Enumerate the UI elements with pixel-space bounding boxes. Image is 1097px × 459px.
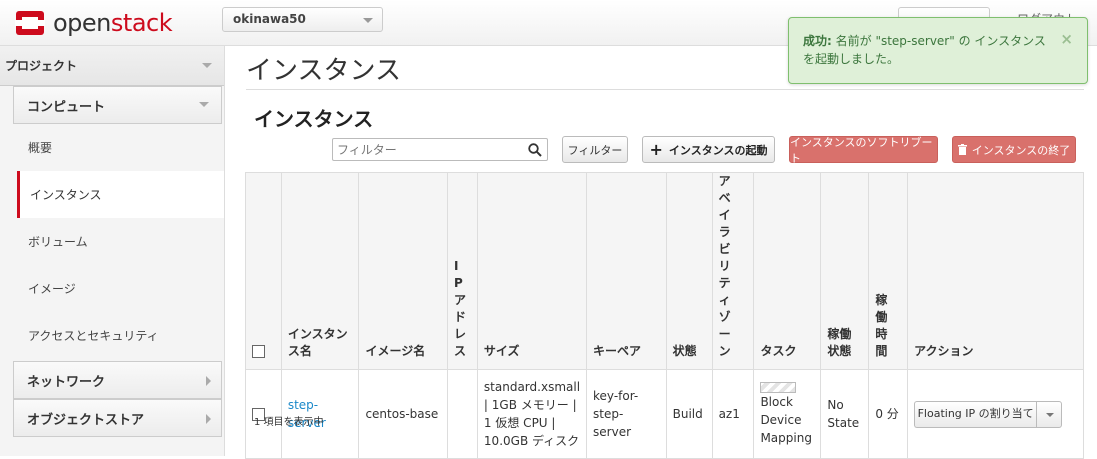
trash-icon <box>957 144 967 155</box>
task-cell: Block Device Mapping <box>753 369 822 459</box>
col-header-task[interactable]: タスク <box>753 172 822 370</box>
sidebar-panel-label: オブジェクトストア <box>27 412 145 428</box>
sidebar-item-label: インスタンス <box>30 188 102 202</box>
task-progress-bar <box>760 381 797 393</box>
chevron-right-icon <box>206 376 211 386</box>
sidebar-panel-compute[interactable]: コンピュート <box>13 86 222 124</box>
instances-table: インスタンス名 イメージ名 IPアドレス サイズ キーペア 状態 アベイラビリテ… <box>245 172 1084 459</box>
col-header-keypair[interactable]: キーペア <box>586 172 667 370</box>
close-icon[interactable]: × <box>1060 30 1073 48</box>
terminate-instance-button[interactable]: インスタンスの終了 <box>952 136 1076 163</box>
section-title: インスタンス <box>254 107 374 131</box>
sidebar-item-instances[interactable]: インスタンス <box>17 171 224 218</box>
button-label: インスタンスのソフトリブート <box>790 135 933 165</box>
select-all-checkbox[interactable] <box>252 345 265 358</box>
sidebar: プロジェクト コンピュート 概要 インスタンス ボリューム イメージ アクセスと… <box>0 46 225 456</box>
ip-cell <box>447 369 478 459</box>
chevron-right-icon <box>206 414 211 424</box>
col-header-name[interactable]: インスタンス名 <box>280 172 360 370</box>
table-row: step-server centos-base standard.xsmall … <box>245 369 1084 459</box>
openstack-logo-icon <box>15 8 45 38</box>
success-toast: 成功: 名前が "step-server" の インスタンス を起動しました。 … <box>788 17 1088 84</box>
toast-title: 成功: <box>803 34 832 48</box>
table-header-row: インスタンス名 イメージ名 IPアドレス サイズ キーペア 状態 アベイラビリテ… <box>245 172 1084 370</box>
sidebar-panel-network[interactable]: ネットワーク <box>13 361 222 399</box>
brand-name: openstack <box>53 9 173 37</box>
status-cell: Build <box>665 369 713 459</box>
openstack-logo[interactable]: openstack <box>15 8 173 38</box>
col-header-uptime[interactable]: 稼働時間 <box>868 172 909 370</box>
sidebar-item-images[interactable]: イメージ <box>0 265 224 312</box>
col-header-label: IPアドレス <box>454 259 467 358</box>
sidebar-item-label: イメージ <box>28 282 76 296</box>
page-title: インスタンス <box>246 56 401 86</box>
chevron-down-icon <box>199 102 209 107</box>
image-name-cell: centos-base <box>358 369 448 459</box>
az-cell: az1 <box>711 369 755 459</box>
chevron-down-icon <box>202 63 212 68</box>
keypair-cell: key-for-step-server <box>586 369 667 459</box>
search-icon[interactable] <box>528 143 542 157</box>
toast-message: 名前が "step-server" の インスタンス を起動しました。 <box>803 34 1046 66</box>
search-input[interactable] <box>332 138 548 161</box>
launch-instance-button[interactable]: + インスタンスの起動 <box>642 136 775 163</box>
chevron-down-icon <box>1046 412 1055 417</box>
size-cell: standard.xsmall | 1GB メモリー | 1 仮想 CPU | … <box>476 369 588 459</box>
filter-button[interactable]: フィルター <box>562 136 628 163</box>
more-actions-dropdown[interactable] <box>1036 400 1063 428</box>
col-header-status[interactable]: 状態 <box>665 172 713 370</box>
table-footer-count: 1 項目を表示中 <box>254 417 324 428</box>
sidebar-item-access-security[interactable]: アクセスとセキュリティ <box>0 312 224 359</box>
button-label: インスタンスの終了 <box>971 143 1071 157</box>
col-header-actions: アクション <box>907 172 1084 370</box>
sidebar-section-label: プロジェクト <box>5 59 78 73</box>
task-label: Block Device Mapping <box>760 394 812 445</box>
sidebar-item-volumes[interactable]: ボリューム <box>0 218 224 265</box>
sidebar-panel-label: ネットワーク <box>27 374 106 390</box>
sidebar-item-overview[interactable]: 概要 <box>0 124 224 171</box>
chevron-down-icon <box>363 18 373 23</box>
sidebar-section-project[interactable]: プロジェクト <box>0 46 224 86</box>
sidebar-panel-object-store[interactable]: オブジェクトストア <box>13 399 222 437</box>
plus-icon: + <box>649 139 663 159</box>
associate-floating-ip-button[interactable]: Floating IP の割り当て <box>914 400 1037 428</box>
sidebar-item-label: 概要 <box>28 141 53 155</box>
select-all-cell <box>245 172 282 370</box>
sidebar-item-label: ボリューム <box>28 235 88 249</box>
col-header-power[interactable]: 稼働状態 <box>820 172 870 370</box>
button-label: フィルター <box>567 143 623 157</box>
uptime-cell: 0 分 <box>868 369 909 459</box>
row-action-group: Floating IP の割り当て <box>914 400 1063 428</box>
col-header-ip[interactable]: IPアドレス <box>447 172 478 370</box>
col-header-label: アベイラビリティゾーン <box>718 174 731 358</box>
button-label: インスタンスの起動 <box>668 143 768 157</box>
col-header-az[interactable]: アベイラビリティゾーン <box>711 172 755 370</box>
project-name: okinawa50 <box>233 12 306 26</box>
sidebar-panel-label: コンピュート <box>27 99 106 115</box>
col-header-image[interactable]: イメージ名 <box>358 172 448 370</box>
project-selector[interactable]: okinawa50 <box>222 7 383 32</box>
col-header-size[interactable]: サイズ <box>476 172 588 370</box>
col-header-label: 稼働時間 <box>875 293 888 358</box>
soft-reboot-button[interactable]: インスタンスのソフトリブート <box>789 135 938 165</box>
power-state-cell: No State <box>820 369 870 459</box>
sidebar-item-label: アクセスとセキュリティ <box>28 329 159 343</box>
actions-cell: Floating IP の割り当て <box>907 369 1084 459</box>
divider <box>246 89 1084 90</box>
